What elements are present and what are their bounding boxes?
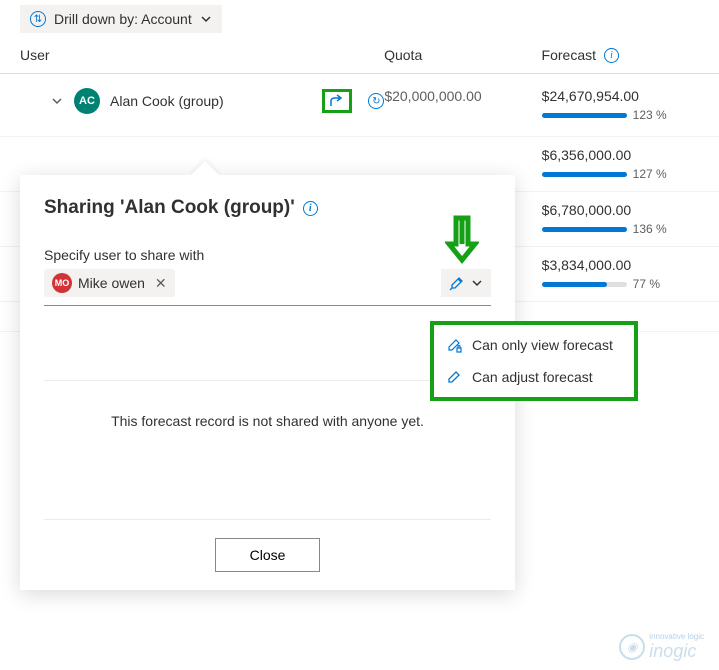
permission-option-view[interactable]: Can only view forecast (434, 329, 634, 361)
chevron-down-icon[interactable] (50, 94, 64, 108)
drilldown-chip[interactable]: ⇅ Drill down by: Account (20, 5, 222, 33)
arrow-annotation (445, 214, 479, 267)
watermark-logo: ◉ innovative logic inogic (619, 632, 704, 662)
permission-dropdown-menu: Can only view forecast Can adjust foreca… (430, 321, 638, 401)
chevron-down-icon (200, 13, 212, 25)
empty-state-message: This forecast record is not shared with … (44, 401, 491, 499)
hierarchy-icon: ⇅ (30, 11, 46, 27)
col-header-quota[interactable]: Quota (384, 47, 541, 63)
pencil-icon (449, 275, 465, 291)
permission-option-adjust[interactable]: Can adjust forecast (434, 361, 634, 393)
chip-label: Mike owen (78, 275, 145, 291)
avatar: MO (52, 273, 72, 293)
dialog-subtitle: Specify user to share with (44, 247, 491, 263)
col-header-user[interactable]: User (20, 47, 384, 63)
share-icon[interactable] (328, 93, 346, 109)
table-row[interactable]: AC Alan Cook (group) ↻ $20,000,000.00 $2… (0, 74, 719, 137)
user-chip[interactable]: MO Mike owen ✕ (44, 269, 175, 297)
remove-icon[interactable]: ✕ (155, 275, 167, 292)
grid-header: User Quota Forecast i (0, 47, 719, 74)
refresh-icon[interactable]: ↻ (368, 93, 384, 109)
chevron-down-icon (471, 277, 483, 289)
permission-dropdown-button[interactable] (441, 269, 491, 297)
pencil-lock-icon (446, 337, 462, 353)
drilldown-label: Drill down by: Account (54, 11, 192, 27)
avatar: AC (74, 88, 100, 114)
pencil-icon (446, 369, 462, 385)
share-button-highlight (322, 89, 352, 113)
info-icon[interactable]: i (604, 48, 619, 63)
user-name: Alan Cook (group) (110, 93, 224, 109)
info-icon[interactable]: i (303, 201, 318, 216)
close-button[interactable]: Close (215, 538, 321, 572)
quota-value: $20,000,000.00 (384, 88, 541, 104)
dialog-title: Sharing 'Alan Cook (group)' i (44, 197, 491, 219)
col-header-forecast[interactable]: Forecast i (542, 47, 699, 63)
forecast-cell: $24,670,954.00 123 % (542, 88, 699, 122)
progress-bar (542, 113, 627, 118)
